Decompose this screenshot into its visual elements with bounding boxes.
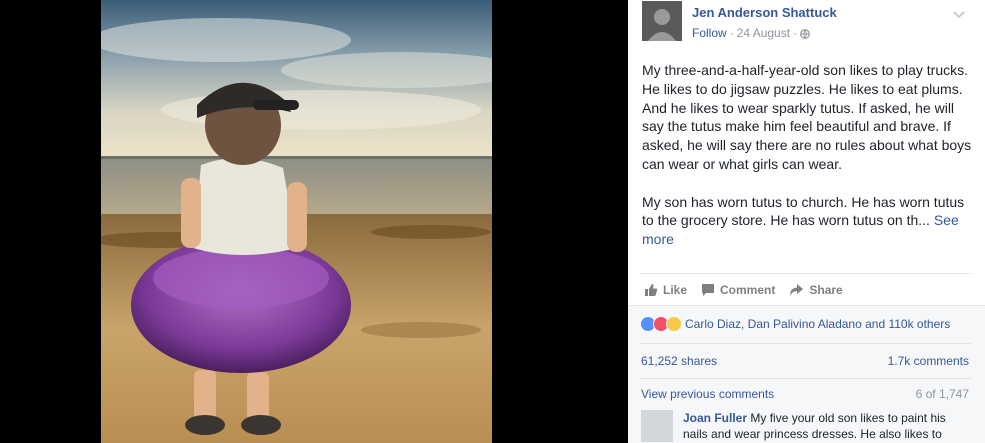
view-previous-comments-link[interactable]: View previous comments — [641, 387, 774, 401]
post-photo[interactable] — [101, 0, 492, 443]
reactions-summary[interactable]: Carlo Diaz, Dan Palivino Aladano and 110… — [640, 316, 950, 332]
comment-button[interactable]: Comment — [701, 283, 775, 297]
share-button[interactable]: Share — [789, 282, 843, 297]
shares-count[interactable]: 61,252 shares — [641, 354, 717, 368]
post-paragraph-text: My son has worn tutus to church. He has … — [642, 193, 965, 229]
post-paragraph-truncated: My son has worn tutus to church. He has … — [642, 193, 972, 249]
commenter-avatar[interactable] — [641, 410, 673, 442]
post-actions: Like Comment Share — [640, 273, 971, 305]
author-name[interactable]: Jen Anderson Shattuck — [692, 5, 837, 20]
post-sidebar: Jen Anderson Shattuck Follow · 24 August… — [628, 0, 985, 443]
photo-viewer — [0, 0, 628, 443]
author-avatar[interactable] — [642, 1, 682, 41]
meta-separator: · — [729, 26, 734, 40]
comment-icon — [701, 283, 715, 297]
feedback-panel: Carlo Diaz, Dan Palivino Aladano and 110… — [628, 305, 985, 443]
share-icon — [789, 283, 804, 297]
divider — [640, 378, 971, 379]
divider — [640, 343, 971, 344]
sad-reaction-icon — [666, 316, 682, 332]
comments-count[interactable]: 1.7k comments — [888, 354, 969, 368]
post-meta: Follow · 24 August · — [692, 26, 810, 40]
comment-page-count: 6 of 1,747 — [915, 387, 969, 401]
post-date[interactable]: 24 August — [737, 26, 790, 40]
post-paragraph: My three-and-a-half-year-old son likes t… — [642, 62, 972, 172]
reaction-icons — [640, 316, 682, 332]
post-header: Jen Anderson Shattuck Follow · 24 August… — [628, 0, 985, 56]
comment-author[interactable]: Joan Fuller — [683, 411, 747, 425]
like-button[interactable]: Like — [644, 283, 687, 297]
post-text: My three-and-a-half-year-old son likes t… — [642, 61, 972, 268]
comment-label: Comment — [720, 282, 776, 297]
like-label: Like — [663, 282, 688, 297]
share-label: Share — [809, 282, 843, 297]
meta-separator: · — [793, 26, 798, 40]
comment-body: Joan Fuller My five your old son likes t… — [683, 410, 971, 442]
chevron-down-icon[interactable] — [953, 6, 965, 19]
globe-icon — [800, 28, 810, 39]
reactions-text: Carlo Diaz, Dan Palivino Aladano and 110… — [685, 317, 951, 331]
follow-link[interactable]: Follow — [692, 26, 727, 40]
thumbs-up-icon — [644, 283, 658, 297]
